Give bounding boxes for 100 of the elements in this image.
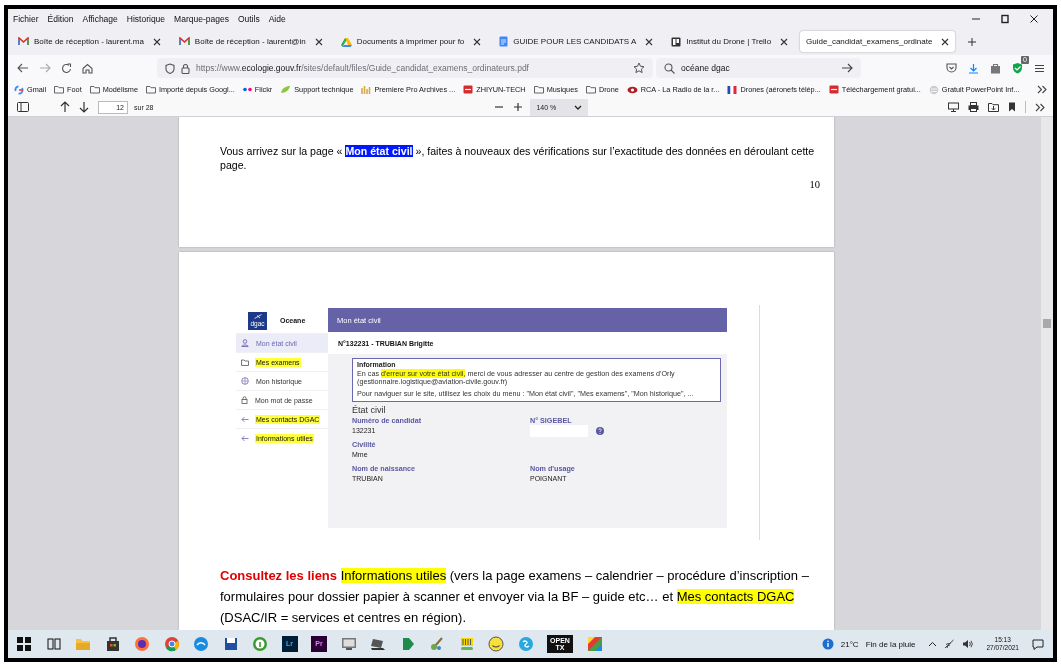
close-icon[interactable] (645, 37, 654, 46)
volume-icon[interactable] (962, 639, 974, 649)
down-arrow-icon[interactable] (79, 101, 89, 113)
menu-item[interactable]: Fichier (13, 13, 39, 24)
close-icon[interactable] (780, 37, 789, 46)
more-icon[interactable] (1037, 85, 1047, 94)
folder-icon (145, 85, 156, 94)
monitor-icon[interactable] (340, 636, 357, 652)
board-icon (671, 36, 682, 47)
caret-icon[interactable] (928, 641, 938, 647)
maximize-icon[interactable] (1000, 13, 1010, 24)
bag-icon[interactable] (104, 636, 121, 652)
browser-tab[interactable]: Boîte de réception - laurent@in (172, 31, 329, 52)
temperature: 21°C (840, 639, 859, 649)
search-field[interactable]: océane dgac (656, 58, 861, 78)
info-circle-icon[interactable] (252, 636, 268, 652)
envelope-icon (178, 37, 190, 46)
download-icon[interactable] (968, 62, 979, 74)
presentation-icon[interactable] (948, 102, 959, 112)
sidebar-icon[interactable] (17, 102, 29, 112)
back-arrow-icon (241, 415, 249, 423)
bookmark-icon[interactable] (1008, 102, 1016, 112)
dots-icon (242, 87, 252, 92)
tab-title: Guide_candidat_examens_ordinate (806, 37, 934, 46)
new-tab-icon[interactable] (967, 36, 978, 47)
up-arrow-icon[interactable] (60, 101, 70, 113)
paragraph: Consultez les liens Informations utiles (vers la page examens – calendrier – procédure d’inscription – formulaires pour dossier papier à scanner et envoyer via la BF – guide etc… et Mes contacts DGAC (DSAC/IR = services et centres en région). (220, 567, 810, 627)
menu-item[interactable]: Marque-pages (174, 13, 229, 24)
close-icon[interactable] (1029, 13, 1039, 24)
bars-icon[interactable] (458, 636, 475, 652)
folder-icon (585, 85, 596, 94)
pocket-icon[interactable] (946, 63, 957, 73)
close-icon[interactable] (152, 37, 161, 46)
notification-icon[interactable] (1032, 638, 1044, 650)
section-title: État civil (352, 405, 387, 416)
browser-tab[interactable]: GUIDE POUR LES CANDIDATS A (493, 31, 660, 52)
zoom-in-icon[interactable] (513, 102, 524, 112)
lock-icon (241, 396, 248, 404)
plane-icon (253, 314, 262, 319)
star-icon[interactable] (633, 62, 645, 74)
arrow-icon[interactable] (841, 63, 853, 73)
bars-icon (361, 84, 372, 95)
save-icon[interactable] (988, 102, 999, 112)
tab-title: Boîte de réception - laurent.ma (34, 37, 145, 46)
brush-icon[interactable] (429, 636, 445, 652)
browser-tab[interactable]: Boîte de réception - laurent.ma (12, 31, 167, 52)
laptop-icon[interactable] (370, 636, 386, 652)
folder-icon (533, 85, 544, 94)
browser-tab[interactable]: Documents à imprimer pour fo (334, 31, 488, 52)
task-view-icon[interactable] (45, 636, 62, 652)
menu-item[interactable]: Historique (126, 13, 166, 24)
folder-icon (54, 85, 65, 94)
smiley-icon[interactable] (488, 636, 504, 652)
folder-icon (89, 85, 100, 94)
windows-icon[interactable] (16, 636, 32, 652)
browser-tab[interactable]: Guide_candidat_examens_ordinate (800, 31, 956, 52)
globe-icon (928, 84, 939, 95)
menu-item[interactable]: Outils (237, 13, 260, 24)
reload-icon[interactable] (61, 62, 72, 74)
square-icon (463, 85, 474, 94)
tab-title: Documents à imprimer pour fo (356, 37, 466, 46)
folder-icon (241, 358, 249, 366)
leaf-icon (280, 85, 292, 94)
info-icon[interactable] (821, 638, 834, 650)
caret-icon (574, 104, 583, 110)
tab-title: GUIDE POUR LES CANDIDATS A (513, 37, 638, 46)
circle-icon[interactable] (193, 636, 209, 652)
floppy-icon[interactable] (222, 636, 239, 652)
lock-icon[interactable] (181, 62, 190, 74)
gradient-square-icon[interactable] (586, 636, 603, 652)
page-number: 10 (808, 179, 821, 190)
scrollbar-thumb[interactable] (1043, 319, 1051, 328)
shield-icon[interactable] (165, 62, 175, 74)
address-bar[interactable]: https://www.ecologie.gouv.fr/sites/default/files/Guide_candidat_examens_ordinateurs.pdf (157, 58, 653, 78)
back-icon[interactable] (17, 63, 29, 73)
envelope-icon (18, 37, 29, 46)
help-icon[interactable] (596, 427, 604, 436)
close-icon[interactable] (473, 37, 482, 46)
menu-item[interactable]: Édition (47, 13, 74, 24)
search-icon (664, 62, 675, 74)
home-icon[interactable] (82, 62, 93, 74)
triangle-icon (340, 36, 352, 47)
browser-icon[interactable] (134, 636, 150, 652)
menu-item[interactable]: Aide (268, 13, 286, 24)
document-icon (499, 36, 509, 47)
menu-item[interactable]: Affichage (82, 13, 118, 24)
browser-tab[interactable]: Institut du Drone | Trello (665, 31, 795, 52)
shield-icon[interactable] (1012, 62, 1023, 74)
eye-icon (626, 85, 638, 94)
url-text: https://www.ecologie.gouv.fr/sites/default/files/Guide_candidat_examens_ordinateurs.pdf (196, 63, 529, 73)
flag-icon (727, 84, 738, 95)
close-icon[interactable] (941, 37, 950, 46)
more-icon[interactable] (1035, 102, 1045, 112)
browser-icon[interactable] (163, 636, 180, 652)
print-icon[interactable] (968, 102, 979, 112)
globe-icon (241, 377, 249, 385)
network-icon[interactable] (944, 639, 956, 649)
circle-icon[interactable] (517, 636, 534, 652)
menu-icon[interactable] (1034, 63, 1045, 73)
close-icon[interactable] (314, 37, 323, 46)
